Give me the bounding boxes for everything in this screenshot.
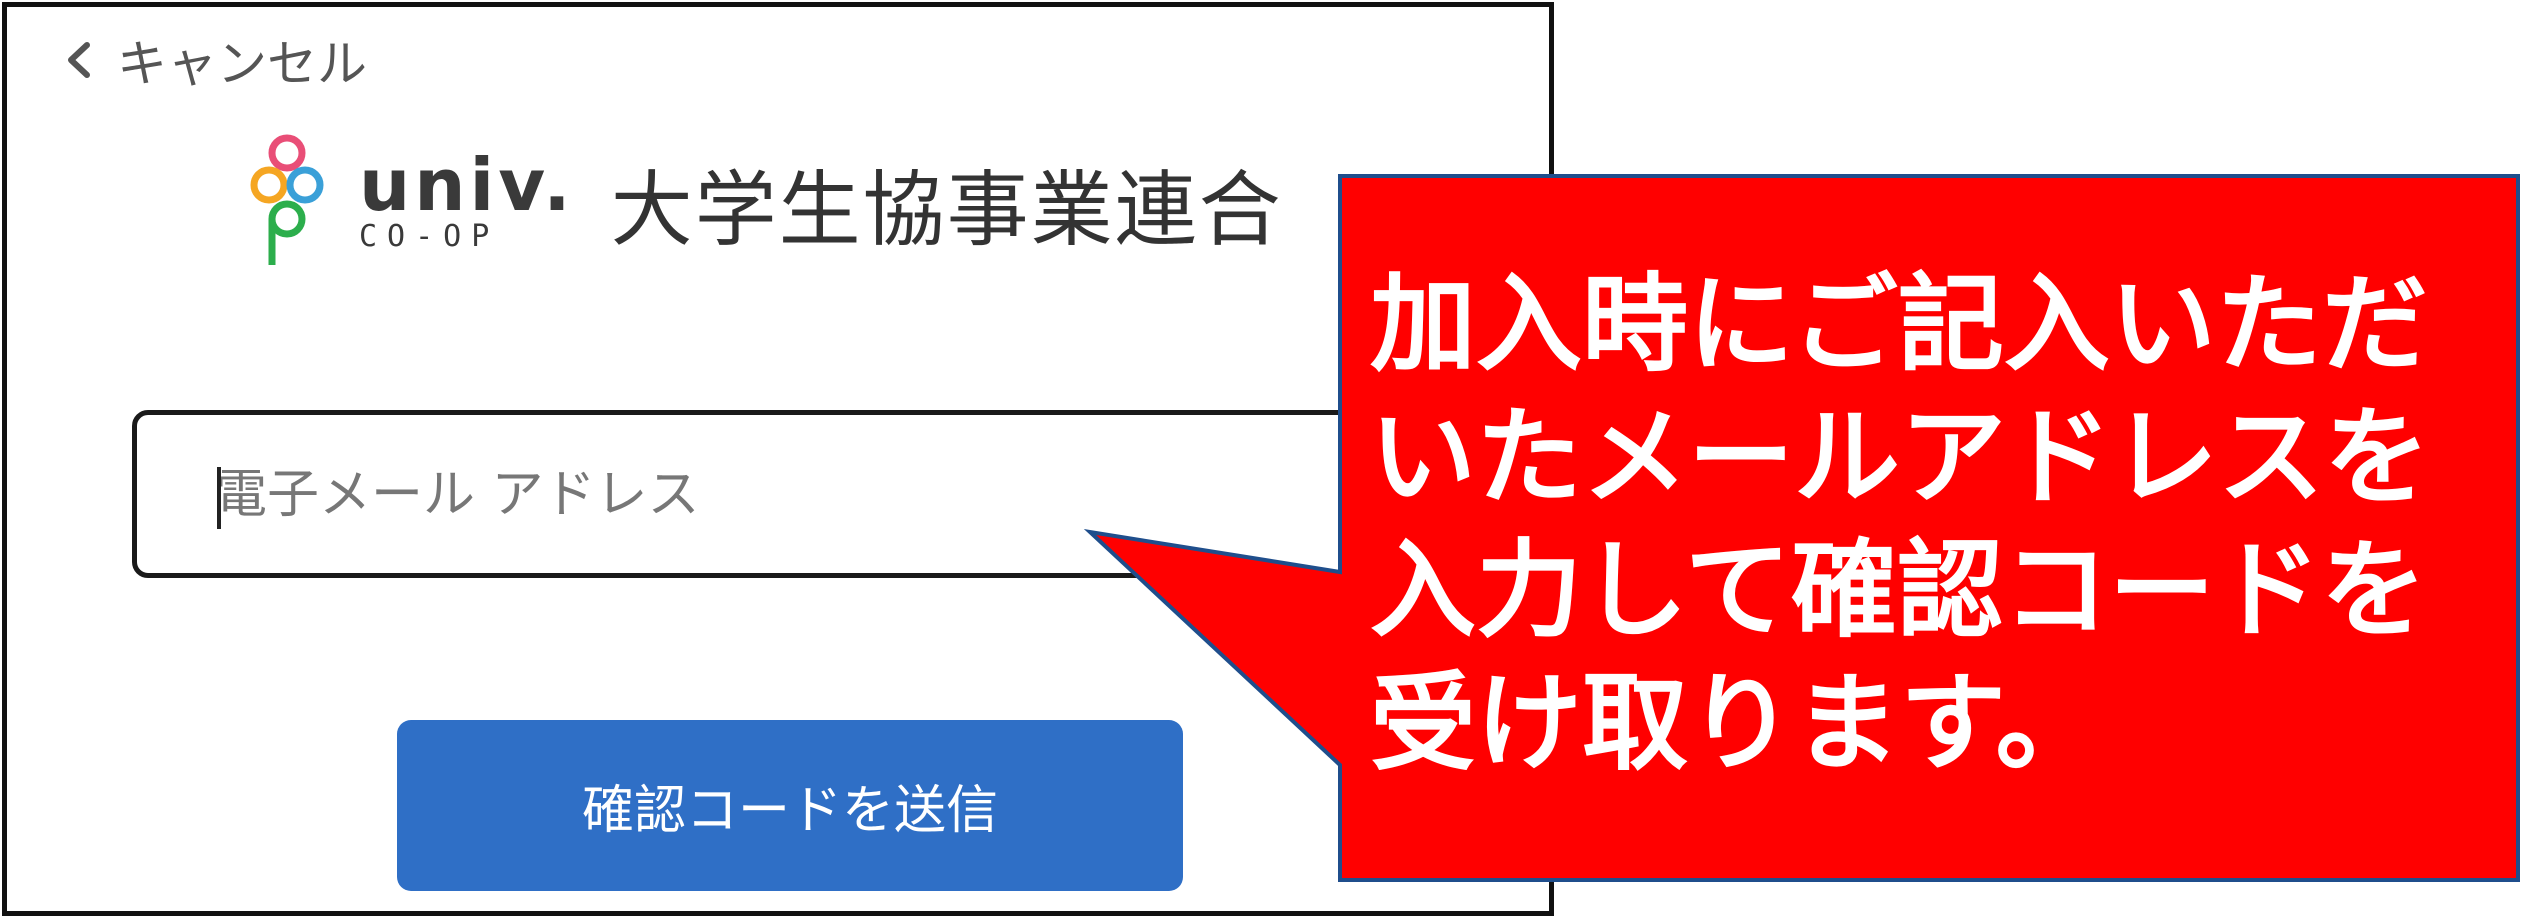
send-verification-code-button[interactable]: 確認コードを送信 (397, 720, 1183, 891)
callout-text: 加入時にご記入いただ いたメールアドレスを 入力して確認コードを 受け取ります。 (1370, 258, 2510, 790)
organization-name: 大学生協事業連合 (610, 162, 1283, 258)
text-caret (217, 467, 221, 529)
logo-wordmark: univ. CO-OP (359, 143, 575, 254)
cancel-link[interactable]: キャンセル (57, 25, 367, 95)
callout-line: 受け取ります。 (1370, 662, 2102, 785)
callout-line: いたメールアドレスを (1370, 396, 2430, 519)
email-field[interactable] (132, 410, 1492, 578)
cancel-label: キャンセル (117, 35, 367, 93)
coop-rings-icon (250, 134, 324, 265)
callout-line: 入力して確認コードを (1370, 529, 2427, 652)
logo-coop-text: CO-OP (359, 219, 500, 254)
email-input[interactable] (213, 459, 1417, 531)
login-panel: キャンセル univ. CO-OP 大学生協事業連合 確認コードを送信 (2, 2, 1554, 916)
logo-univ-text: univ. (359, 143, 575, 227)
univ-coop-logo: univ. CO-OP 大学生協事業連合 (247, 127, 1283, 277)
chevron-left-icon (68, 42, 90, 78)
callout-line: 加入時にご記入いただ (1370, 263, 2428, 386)
